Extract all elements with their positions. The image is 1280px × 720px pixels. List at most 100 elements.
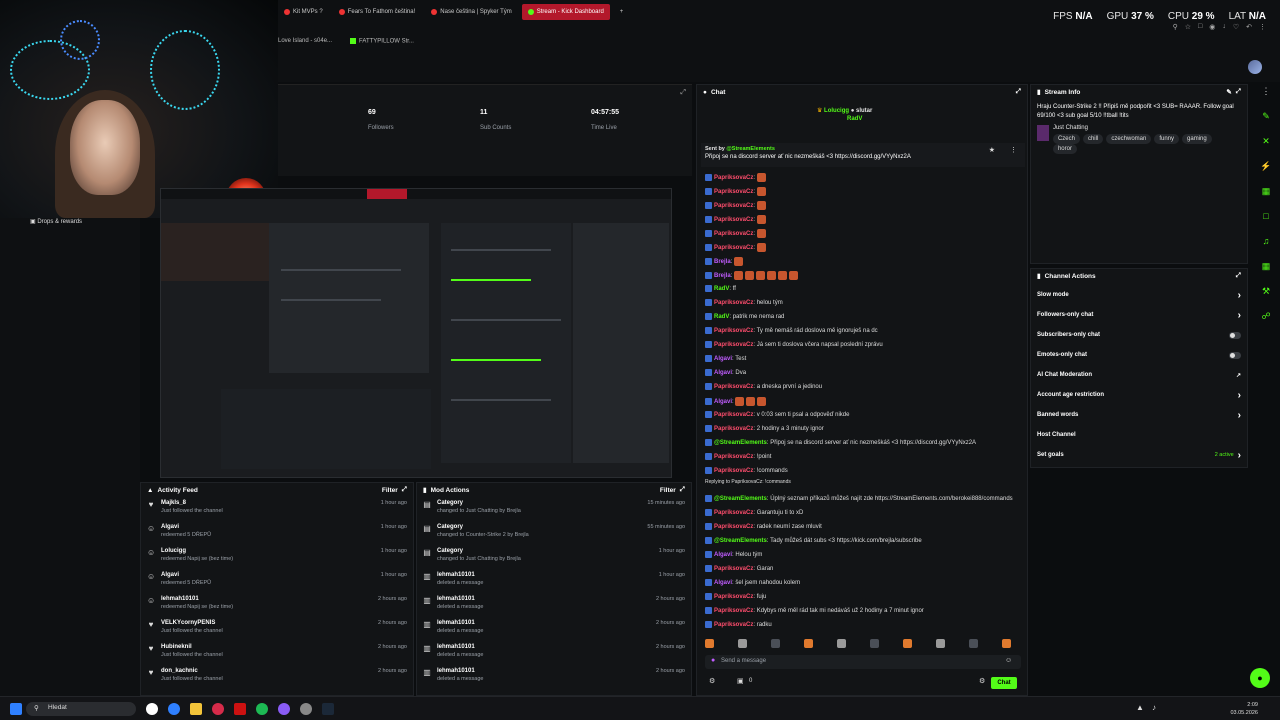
- chat-message[interactable]: PapriksovaCz: fuju: [705, 593, 766, 600]
- channel-action-row[interactable]: Account age restriction ›: [1031, 385, 1247, 405]
- gear-icon[interactable]: ⚙: [979, 677, 985, 685]
- emote-icon[interactable]: [804, 639, 813, 648]
- chat-username[interactable]: PapriksovaCz: [714, 203, 753, 209]
- emote-icon[interactable]: [936, 639, 945, 648]
- external-link-icon[interactable]: ↗: [1236, 372, 1241, 379]
- chat-username[interactable]: RadV: [714, 314, 729, 320]
- activity-filter-button[interactable]: Filter: [382, 487, 398, 494]
- menu-icon[interactable]: ⋮: [1259, 23, 1266, 31]
- sound-icon[interactable]: ♫: [1259, 234, 1273, 248]
- file-explorer-icon[interactable]: [190, 703, 202, 715]
- chat-input[interactable]: Send a message: [705, 655, 1021, 669]
- chat-username[interactable]: Algavi: [714, 552, 732, 558]
- settings-icon[interactable]: ⚙: [709, 677, 715, 685]
- chat-username[interactable]: PapriksovaCz: [714, 566, 753, 572]
- menu-icon[interactable]: ⋮: [1259, 84, 1273, 98]
- chat-username[interactable]: PapriksovaCz: [714, 426, 753, 432]
- chat-message[interactable]: PapriksovaCz: a dneska první a jedinou: [705, 383, 822, 390]
- chat-username[interactable]: PapriksovaCz: [714, 300, 753, 306]
- chat-message[interactable]: Brejla:: [705, 257, 745, 266]
- chat-message[interactable]: Brejla:: [705, 271, 800, 280]
- bolt-icon[interactable]: ⚡: [1259, 159, 1273, 173]
- app-icon[interactable]: [234, 703, 246, 715]
- chat-message[interactable]: PapriksovaCz:: [705, 229, 768, 238]
- channel-action-row[interactable]: Subscribers-only chat: [1031, 325, 1247, 345]
- stream-tag[interactable]: czechwoman: [1106, 134, 1152, 144]
- wrench-icon[interactable]: ⚒: [1259, 284, 1273, 298]
- extension-icon[interactable]: □: [1198, 23, 1202, 31]
- chat-username[interactable]: Algavi: [714, 356, 732, 362]
- messenger-icon[interactable]: [278, 703, 290, 715]
- steam-icon[interactable]: [322, 703, 334, 715]
- emote-icon[interactable]: [705, 639, 714, 648]
- chat-username[interactable]: Algavi: [714, 580, 732, 586]
- chat-username[interactable]: PapriksovaCz: [714, 454, 753, 460]
- sidebar-item-drops[interactable]: ▣ Drops & rewards: [30, 218, 82, 225]
- chat-message[interactable]: Algavi: Test: [705, 355, 746, 362]
- pencil-icon[interactable]: ✎: [1259, 109, 1273, 123]
- mic-icon[interactable]: ●: [711, 657, 715, 664]
- volume-icon[interactable]: ♪: [1152, 703, 1156, 712]
- activity-row[interactable]: ☺ Lolucigg redeemed Napij se (bez time) 1 h…: [141, 545, 413, 569]
- mod-action-row[interactable]: ▥ lehmah10101 deleted a message 2 hours ago: [417, 665, 691, 689]
- chat-message[interactable]: PapriksovaCz: helou tým: [705, 299, 783, 306]
- taskbar-clock[interactable]: 2:09 03.05.2026: [1230, 701, 1258, 717]
- chevron-right-icon[interactable]: ›: [1238, 310, 1241, 321]
- chat-username[interactable]: RadV: [714, 286, 729, 292]
- chat-message[interactable]: PapriksovaCz: radku: [705, 621, 772, 628]
- chat-username[interactable]: Brejla: [714, 259, 731, 265]
- emote-icon[interactable]: [738, 639, 747, 648]
- wifi-icon[interactable]: ▲: [1136, 703, 1144, 712]
- chat-message[interactable]: PapriksovaCz: !commands: [705, 467, 788, 474]
- chat-message[interactable]: PapriksovaCz: Garantuju ti to xD: [705, 509, 803, 516]
- channel-action-row[interactable]: AI Chat Moderation ↗: [1031, 365, 1247, 385]
- stream-tag[interactable]: chill: [1082, 134, 1104, 144]
- back-icon[interactable]: ↶: [1246, 23, 1252, 31]
- chat-message[interactable]: Algavi: šel jsem nahodou kolem: [705, 579, 800, 586]
- new-tab-button[interactable]: +: [614, 4, 630, 20]
- chat-message[interactable]: PapriksovaCz: Garan: [705, 565, 773, 572]
- chevron-right-icon[interactable]: ›: [1238, 290, 1241, 301]
- chat-username[interactable]: PapriksovaCz: [714, 524, 753, 530]
- chat-message[interactable]: PapriksovaCz:: [705, 243, 768, 252]
- chat-username[interactable]: Algavi: [714, 399, 732, 405]
- chat-username[interactable]: PapriksovaCz: [714, 622, 753, 628]
- chat-username[interactable]: PapriksovaCz: [714, 245, 753, 251]
- stream-tag[interactable]: funny: [1154, 134, 1180, 144]
- chat-message[interactable]: PapriksovaCz: v 0:03 sem ti psal a odpov…: [705, 411, 849, 418]
- chat-username[interactable]: @StreamElements: [714, 538, 767, 544]
- windows-start-icon[interactable]: [10, 703, 22, 715]
- emote-icon[interactable]: [1002, 639, 1011, 648]
- expand-icon[interactable]: ⤢: [402, 486, 407, 494]
- chat-message[interactable]: PapriksovaCz: radek neumí zase mluvit: [705, 523, 822, 530]
- chat-username[interactable]: PapriksovaCz: [714, 384, 753, 390]
- document-icon[interactable]: ▦: [1259, 184, 1273, 198]
- pin-icon[interactable]: ★: [989, 146, 995, 154]
- expand-icon[interactable]: ⤢: [1236, 88, 1241, 96]
- chat-username[interactable]: PapriksovaCz: [714, 189, 753, 195]
- stream-tag[interactable]: gaming: [1182, 134, 1212, 144]
- heart-icon[interactable]: ♡: [1233, 23, 1239, 31]
- chat-username[interactable]: PapriksovaCz: [714, 510, 753, 516]
- chat-username[interactable]: PapriksovaCz: [714, 175, 753, 181]
- zoom-icon[interactable]: ⚲: [1173, 23, 1178, 31]
- channel-action-row[interactable]: Followers-only chat ›: [1031, 305, 1247, 325]
- browser-tab[interactable]: Nase čeština | Spyker Tým: [425, 4, 517, 20]
- browser-tab[interactable]: Kit MVPs ?: [278, 4, 329, 20]
- channel-action-row[interactable]: Banned words ›: [1031, 405, 1247, 425]
- support-chat-icon[interactable]: ●: [1250, 668, 1270, 688]
- chevron-right-icon[interactable]: ›: [1238, 390, 1241, 401]
- chat-message[interactable]: PapriksovaCz:: [705, 215, 768, 224]
- channel-action-row[interactable]: Emotes-only chat: [1031, 345, 1247, 365]
- browser-tab[interactable]: Stream - Kick Dashboard: [521, 4, 610, 20]
- expand-icon[interactable]: ⤢: [680, 89, 686, 97]
- chat-message[interactable]: PapriksovaCz:: [705, 187, 768, 196]
- chat-username[interactable]: PapriksovaCz: [714, 342, 753, 348]
- mod-action-row[interactable]: ▥ lehmah10101 deleted a message 1 hour ago: [417, 569, 691, 593]
- chat-message[interactable]: Algavi: Dva: [705, 369, 746, 376]
- mod-action-row[interactable]: ▤ Category changed to Just Chatting by Bre…: [417, 497, 691, 521]
- chat-username[interactable]: @StreamElements: [714, 440, 767, 446]
- expand-icon[interactable]: ⤢: [680, 486, 685, 494]
- edit-icon[interactable]: ✎: [1226, 88, 1231, 96]
- chat-message[interactable]: PapriksovaCz:: [705, 173, 768, 182]
